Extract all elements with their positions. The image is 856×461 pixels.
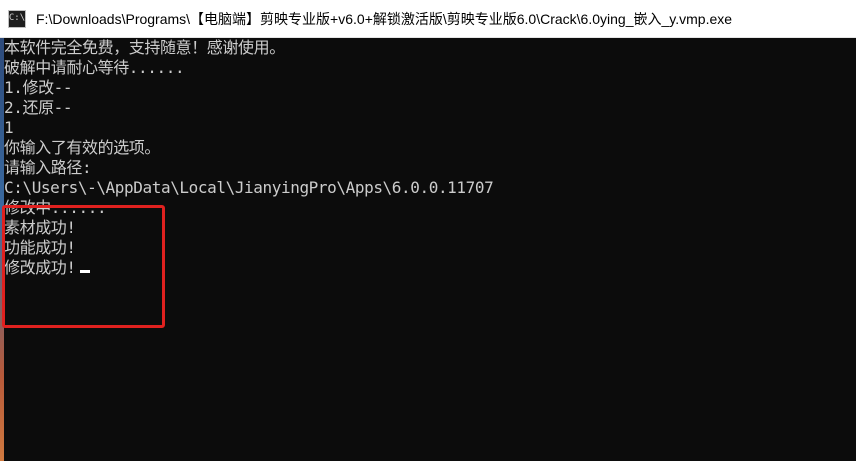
console-app-icon: C:\: [8, 9, 26, 28]
red-highlight-annotation: [2, 205, 165, 328]
console-line: 本软件完全免费，支持随意！感谢使用。: [4, 38, 285, 57]
console-line: 2.还原--: [4, 98, 73, 117]
window-title: F:\Downloads\Programs\【电脑端】剪映专业版+v6.0+解锁…: [36, 10, 733, 27]
window-titlebar[interactable]: C:\ F:\Downloads\Programs\【电脑端】剪映专业版+v6.…: [0, 0, 856, 38]
console-line: 破解中请耐心等待......: [4, 58, 185, 77]
console-line: 1: [4, 118, 14, 137]
console-line: C:\Users\-\AppData\Local\JianyingPro\App…: [4, 178, 494, 197]
console-line: 你输入了有效的选项。: [4, 138, 161, 157]
console-line: 请输入路径:: [4, 158, 92, 177]
console-line: 1.修改--: [4, 78, 73, 97]
